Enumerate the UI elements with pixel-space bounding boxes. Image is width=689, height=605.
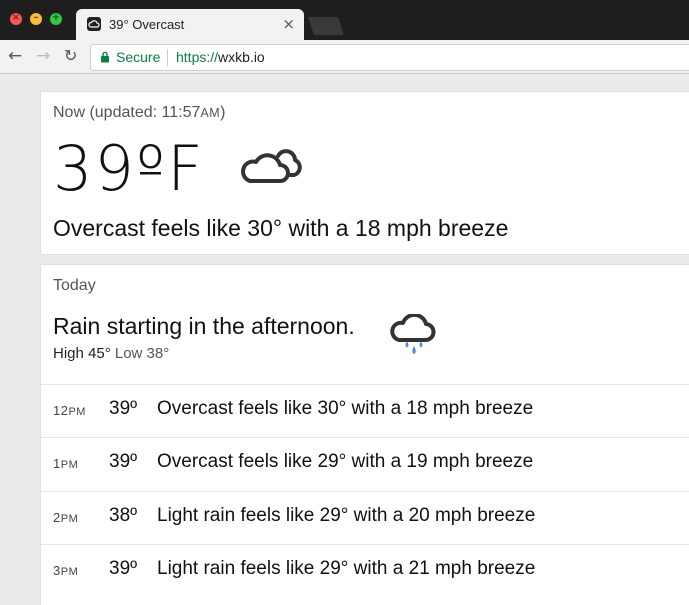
secure-label: Secure: [116, 49, 161, 65]
rain-icon: [390, 314, 436, 354]
minimize-window-button[interactable]: –: [30, 12, 42, 25]
today-high: High 45°: [53, 345, 111, 362]
browser-toolbar: ← → ↻ Secure https://wxkb.io: [0, 40, 689, 74]
current-summary: Overcast feels like 30° with a 18 mph br…: [53, 215, 509, 241]
address-bar[interactable]: Secure https://wxkb.io: [90, 44, 689, 71]
today-label: Today: [53, 277, 96, 294]
hour-time: 2PM: [53, 510, 79, 525]
now-updated-label: Now (updated: 11:57AM): [53, 104, 225, 122]
now-label-close: ): [220, 104, 226, 121]
hour-description: Overcast feels like 30° with a 18 mph br…: [157, 398, 534, 419]
favicon-icon: [87, 17, 101, 31]
now-label-ampm: AM: [200, 106, 221, 120]
reload-icon[interactable]: ↻: [64, 46, 77, 65]
page-content: Now (updated: 11:57AM) 39ºF Overcast fee…: [0, 74, 689, 605]
today-high-low: High 45° Low 38°: [53, 345, 169, 362]
today-headline: Rain starting in the afternoon.: [53, 313, 355, 339]
hour-temp: 39º: [109, 451, 138, 472]
cloud-icon: [241, 149, 302, 183]
browser-tab[interactable]: 39° Overcast ×: [76, 9, 304, 40]
url-scheme: https://: [176, 49, 219, 65]
today-low: Low 38°: [114, 345, 170, 362]
hourly-row: 3PM 39º Light rain feels like 29° with a…: [41, 544, 689, 598]
hourly-row: 2PM 38º Light rain feels like 29° with a…: [41, 491, 689, 545]
hour-description: Overcast feels like 29° with a 19 mph br…: [157, 451, 534, 472]
hour-time: 3PM: [53, 563, 79, 578]
current-temperature: 39ºF: [53, 132, 205, 205]
hourly-row: 1PM 39º Overcast feels like 29° with a 1…: [41, 437, 689, 491]
hour-temp: 38º: [109, 505, 138, 526]
hour-ampm: PM: [60, 513, 79, 525]
hour-description: Light rain feels like 29° with a 21 mph …: [157, 558, 536, 579]
close-window-button[interactable]: ×: [10, 12, 22, 25]
hour-temp: 39º: [109, 558, 138, 579]
address-separator: [167, 49, 168, 66]
new-tab-button[interactable]: [308, 17, 344, 35]
hour-time: 1PM: [53, 456, 79, 471]
url-text[interactable]: https://wxkb.io: [176, 49, 265, 65]
now-label-text: Now (updated: 11:57: [53, 104, 201, 121]
hour-description: Light rain feels like 29° with a 20 mph …: [157, 505, 536, 526]
maximize-window-button[interactable]: +: [50, 12, 62, 25]
forward-arrow-icon[interactable]: →: [36, 46, 50, 66]
hour-ampm: PM: [60, 566, 79, 578]
tab-title: 39° Overcast: [109, 17, 185, 32]
hour-ampm: PM: [60, 459, 79, 471]
hourly-row: 12PM 39º Overcast feels like 30° with a …: [41, 384, 689, 438]
browser-titlebar: × – + 39° Overcast ×: [0, 0, 689, 40]
back-arrow-icon[interactable]: ←: [8, 46, 22, 66]
url-host: wxkb.io: [218, 49, 265, 65]
current-conditions-card: Now (updated: 11:57AM) 39ºF Overcast fee…: [41, 92, 689, 254]
today-forecast-card: Today Rain starting in the afternoon. Hi…: [41, 265, 689, 605]
hour-time: 12PM: [53, 403, 86, 418]
lock-icon: [101, 51, 109, 63]
tab-close-button[interactable]: ×: [282, 15, 295, 33]
hour-temp: 39º: [109, 398, 138, 419]
hour-ampm: PM: [68, 406, 86, 418]
